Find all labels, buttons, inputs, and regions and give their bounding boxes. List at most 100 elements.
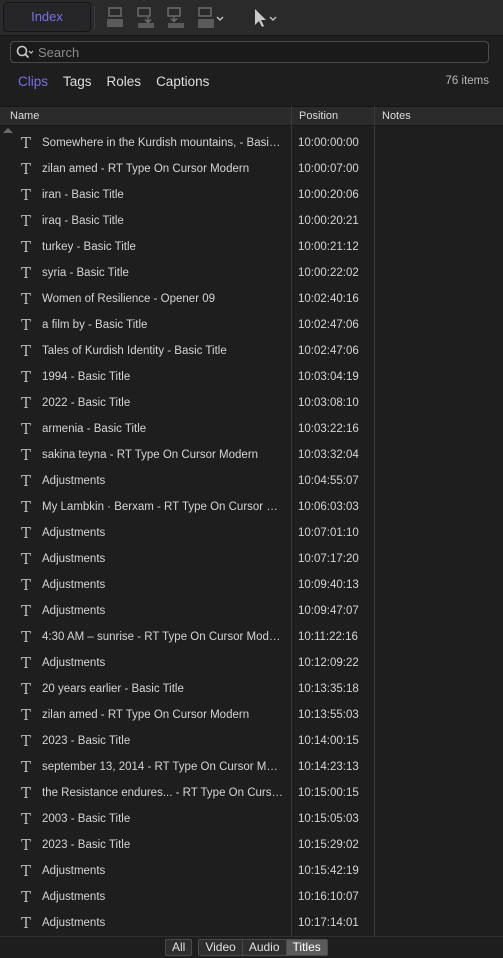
clip-name: Adjustments — [42, 917, 106, 929]
clip-name: iraq - Basic Title — [42, 215, 124, 227]
tab-captions[interactable]: Captions — [156, 73, 209, 91]
clip-position: 10:04:55:07 — [298, 475, 359, 487]
table-row[interactable]: T 2022 - Basic Title 10:03:08:10 — [0, 390, 503, 416]
table-row[interactable]: T Adjustments 10:04:55:07 — [0, 468, 503, 494]
clip-name: Women of Resilience - Opener 09 — [42, 293, 216, 305]
title-icon: T — [21, 732, 32, 750]
table-row[interactable]: Ta film by - Basic Title 10:02:47:06 — [0, 312, 503, 338]
table-row[interactable]: Tiraq - Basic Title 10:00:20:21 — [0, 208, 503, 234]
table-row[interactable]: T Adjustments 10:15:42:19 — [0, 858, 503, 884]
clip-name: a film by - Basic Title — [42, 319, 148, 331]
clip-name: Adjustments — [42, 891, 106, 903]
table-row[interactable]: Tsakina teyna - RT Type On Cursor Modern… — [0, 442, 503, 468]
table-row[interactable]: T 20 years earlier - Basic Title 10:13:35:… — [0, 676, 503, 702]
table-row[interactable]: T 2003 - Basic Title 10:15:05:03 — [0, 806, 503, 832]
item-count: 76 items — [445, 75, 489, 87]
clip-position: 10:07:01:10 — [298, 527, 359, 539]
clip-position: 10:00:22:02 — [298, 267, 359, 279]
clip-name: 4:30 AM – sunrise - RT Type On Cursor Mo… — [42, 631, 284, 643]
title-icon: T — [21, 602, 32, 620]
clip-position: 10:00:21:12 — [298, 241, 359, 253]
title-icon: T — [21, 706, 32, 724]
clip-position: 10:17:14:01 — [298, 917, 359, 929]
clip-position: 10:03:32:04 — [298, 449, 359, 461]
index-button[interactable]: Index — [3, 2, 91, 32]
append-clip-icon[interactable] — [135, 6, 157, 30]
table-row[interactable]: Tzilan amed - RT Type On Cursor Modern 10… — [0, 702, 503, 728]
column-header-name[interactable]: Name — [10, 107, 39, 125]
title-icon: T — [21, 758, 32, 776]
title-icon: T — [21, 914, 32, 932]
clip-name: september 13, 2014 - RT Type On Cursor M… — [42, 761, 284, 773]
table-header: Name Position Notes — [0, 106, 503, 126]
column-header-position[interactable]: Position — [299, 107, 338, 125]
clip-position: 10:15:00:15 — [298, 787, 359, 799]
tab-tags[interactable]: Tags — [63, 73, 92, 91]
search-input[interactable] — [38, 43, 478, 61]
clip-position: 10:02:40:16 — [298, 293, 359, 305]
table-row[interactable]: Tthe Resistance endures... - RT Type On … — [0, 780, 503, 806]
clip-position: 10:07:17:20 — [298, 553, 359, 565]
tab-clips[interactable]: Clips — [18, 73, 48, 91]
table-row[interactable]: Tsyria - Basic Title 10:00:22:02 — [0, 260, 503, 286]
table-row[interactable]: T Tales of Kurdish Identity - Basic Title… — [0, 338, 503, 364]
clip-position: 10:13:35:18 — [298, 683, 359, 695]
title-icon: T — [21, 654, 32, 672]
table-row[interactable]: T Adjustments 10:09:47:07 — [0, 598, 503, 624]
clip-name: Adjustments — [42, 527, 106, 539]
table-row[interactable]: T My Lambkin · Berxam - RT Type On Cursor… — [0, 494, 503, 520]
table-row[interactable]: Tseptember 13, 2014 - RT Type On Cursor … — [0, 754, 503, 780]
title-icon: T — [21, 862, 32, 880]
title-icon: T — [21, 446, 32, 464]
table-row[interactable]: T Somewhere in the Kurdish mountains, - B… — [0, 130, 503, 156]
clip-position: 10:00:07:00 — [298, 163, 359, 175]
table-row[interactable]: T Adjustments 10:12:09:22 — [0, 650, 503, 676]
title-icon: T — [21, 498, 32, 516]
title-icon: T — [21, 186, 32, 204]
search-field[interactable] — [10, 41, 489, 63]
table-row[interactable]: T Adjustments 10:09:40:13 — [0, 572, 503, 598]
filter-titles[interactable]: Titles — [286, 939, 328, 956]
clip-position: 10:15:42:19 — [298, 865, 359, 877]
filter-audio[interactable]: Audio — [242, 939, 287, 956]
filter-video[interactable]: Video — [198, 939, 243, 956]
clip-name: Somewhere in the Kurdish mountains, - Ba… — [42, 137, 284, 149]
clip-list: T Somewhere in the Kurdish mountains, - B… — [0, 130, 503, 936]
title-icon: T — [21, 680, 32, 698]
column-header-notes[interactable]: Notes — [382, 107, 411, 125]
overwrite-clip-icon[interactable] — [165, 6, 187, 30]
title-icon: T — [21, 550, 32, 568]
table-row[interactable]: T Adjustments 10:17:14:01 — [0, 910, 503, 936]
title-icon: T — [21, 264, 32, 282]
clip-name: sakina teyna - RT Type On Cursor Modern — [42, 449, 259, 461]
clip-name: zilan amed - RT Type On Cursor Modern — [42, 163, 250, 175]
filter-all[interactable]: All — [165, 939, 193, 956]
connect-clip-menu-icon[interactable] — [196, 6, 228, 30]
select-tool-menu-icon[interactable] — [251, 6, 283, 30]
table-row[interactable]: Tzilan amed - RT Type On Cursor Modern 10… — [0, 156, 503, 182]
table-row[interactable]: T Adjustments 10:07:01:10 — [0, 520, 503, 546]
title-icon: T — [21, 134, 32, 152]
clip-name: Adjustments — [42, 579, 106, 591]
filter-bar: All Video Audio Titles — [0, 936, 503, 958]
insert-clip-icon[interactable] — [104, 6, 126, 30]
title-icon: T — [21, 784, 32, 802]
tab-roles[interactable]: Roles — [107, 73, 142, 91]
table-row[interactable]: T 4:30 AM – sunrise - RT Type On Cursor M… — [0, 624, 503, 650]
clip-name: 2023 - Basic Title — [42, 839, 131, 851]
table-row[interactable]: Tiran - Basic Title 10:00:20:06 — [0, 182, 503, 208]
table-row[interactable]: T 2023 - Basic Title 10:14:00:15 — [0, 728, 503, 754]
table-row[interactable]: T Women of Resilience - Opener 09 10:02:40… — [0, 286, 503, 312]
table-row[interactable]: T Adjustments 10:07:17:20 — [0, 546, 503, 572]
clip-name: 20 years earlier - Basic Title — [42, 683, 184, 695]
table-row[interactable]: T Adjustments 10:16:10:07 — [0, 884, 503, 910]
table-row[interactable]: Tarmenia - Basic Title 10:03:22:16 — [0, 416, 503, 442]
clip-position: 10:12:09:22 — [298, 657, 359, 669]
clip-name: turkey - Basic Title — [42, 241, 136, 253]
clip-name: armenia - Basic Title — [42, 423, 147, 435]
table-row[interactable]: T 1994 - Basic Title 10:03:04:19 — [0, 364, 503, 390]
table-row[interactable]: Tturkey - Basic Title 10:00:21:12 — [0, 234, 503, 260]
clip-position: 10:00:20:21 — [298, 215, 359, 227]
table-row[interactable]: T 2023 - Basic Title 10:15:29:02 — [0, 832, 503, 858]
clip-name: iran - Basic Title — [42, 189, 124, 201]
